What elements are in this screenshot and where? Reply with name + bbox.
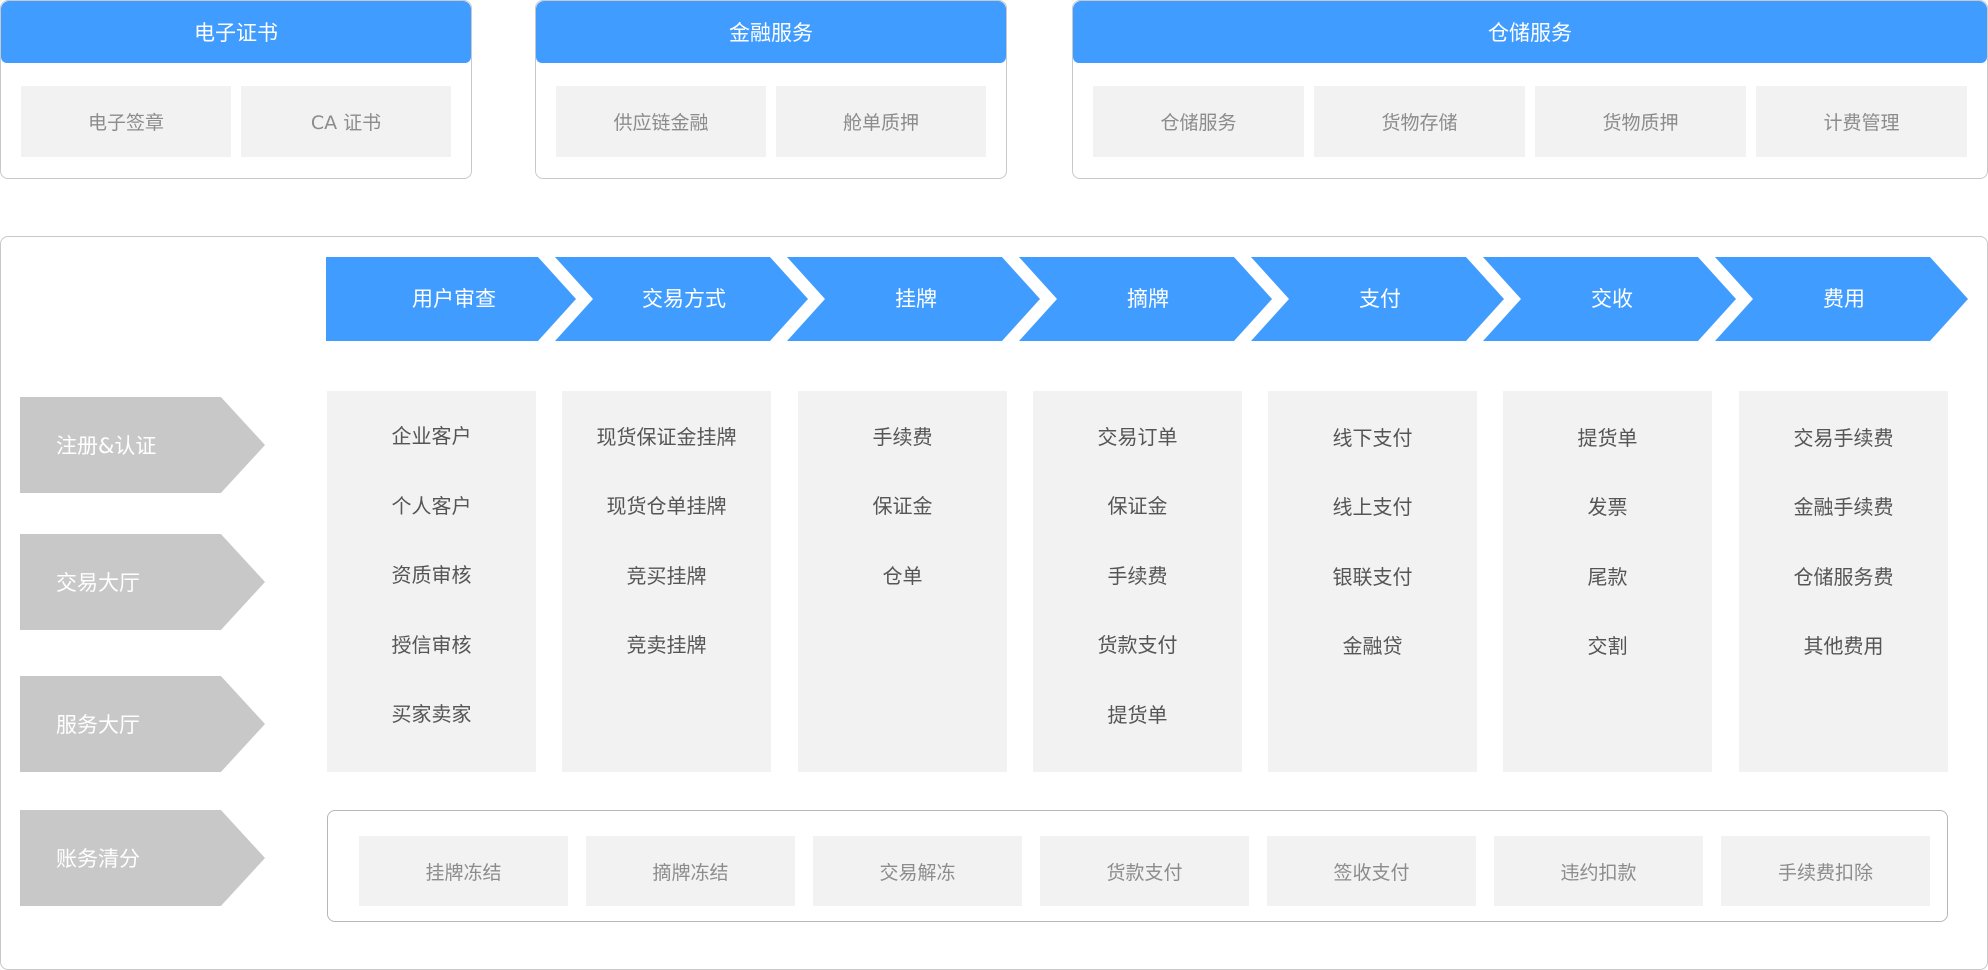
column-item[interactable]: 其他费用 — [1739, 631, 1948, 661]
column-item[interactable]: 个人客户 — [327, 491, 536, 521]
settlement-item[interactable]: 违约扣款 — [1494, 836, 1703, 906]
column-item[interactable]: 交易手续费 — [1739, 423, 1948, 453]
service-item[interactable]: 货物质押 — [1535, 86, 1746, 157]
service-title: 电子证书 — [1, 1, 471, 63]
column-user-review: 企业客户 个人客户 资质审核 授信审核 买家卖家 — [327, 391, 536, 772]
column-item[interactable]: 银联支付 — [1268, 562, 1477, 592]
column-item[interactable]: 授信审核 — [327, 630, 536, 660]
column-fees: 交易手续费 金融手续费 仓储服务费 其他费用 — [1739, 391, 1948, 772]
flow-step-label: 支付 — [1359, 287, 1401, 311]
column-item[interactable]: 金融手续费 — [1739, 492, 1948, 522]
column-item[interactable]: 企业客户 — [327, 421, 536, 451]
service-item[interactable]: 货物存储 — [1314, 86, 1525, 157]
settlement-panel: 挂牌冻结 摘牌冻结 交易解冻 货款支付 签收支付 违约扣款 手续费扣除 — [327, 810, 1948, 922]
column-item[interactable]: 现货仓单挂牌 — [562, 491, 771, 521]
column-item[interactable]: 提货单 — [1503, 423, 1712, 453]
side-label-trading-hall[interactable]: 交易大厅 — [20, 534, 265, 630]
column-listing: 手续费 保证金 仓单 — [798, 391, 1007, 772]
column-payment: 线下支付 线上支付 银联支付 金融贷 — [1268, 391, 1477, 772]
column-item[interactable]: 仓储服务费 — [1739, 562, 1948, 592]
column-item[interactable]: 手续费 — [1033, 561, 1242, 591]
column-item[interactable]: 保证金 — [1033, 491, 1242, 521]
settlement-item[interactable]: 手续费扣除 — [1721, 836, 1930, 906]
column-item[interactable]: 尾款 — [1503, 562, 1712, 592]
service-title: 金融服务 — [536, 1, 1006, 63]
flow-step-label: 交易方式 — [642, 287, 726, 311]
flow-step-label: 用户审查 — [412, 287, 496, 311]
column-delisting: 交易订单 保证金 手续费 货款支付 提货单 — [1033, 391, 1242, 772]
column-item[interactable]: 发票 — [1503, 492, 1712, 522]
flow-step-fees[interactable]: 费用 — [1715, 257, 1968, 341]
column-item[interactable]: 保证金 — [798, 491, 1007, 521]
column-item[interactable]: 现货保证金挂牌 — [562, 422, 771, 452]
flow-step-label: 费用 — [1823, 287, 1865, 311]
column-item[interactable]: 资质审核 — [327, 560, 536, 590]
process-flow: 用户审查 交易方式 挂牌 摘牌 支付 交收 费用 — [326, 257, 1968, 341]
service-card-finance: 金融服务 供应链金融 舱单质押 — [535, 0, 1007, 179]
service-item[interactable]: 计费管理 — [1756, 86, 1967, 157]
service-card-certificates: 电子证书 电子签章 CA 证书 — [0, 0, 472, 179]
column-item[interactable]: 竞买挂牌 — [562, 561, 771, 591]
service-item[interactable]: 仓储服务 — [1093, 86, 1304, 157]
column-item[interactable]: 金融贷 — [1268, 631, 1477, 661]
side-label-settlement[interactable]: 账务清分 — [20, 810, 265, 906]
service-item[interactable]: 供应链金融 — [556, 86, 766, 157]
service-card-warehouse: 仓储服务 仓储服务 货物存储 货物质押 计费管理 — [1072, 0, 1988, 179]
column-item[interactable]: 线下支付 — [1268, 423, 1477, 453]
column-item[interactable]: 货款支付 — [1033, 630, 1242, 660]
column-item[interactable]: 仓单 — [798, 561, 1007, 591]
flow-step-delisting[interactable]: 摘牌 — [1019, 257, 1272, 341]
column-item[interactable]: 线上支付 — [1268, 492, 1477, 522]
settlement-item[interactable]: 挂牌冻结 — [359, 836, 568, 906]
column-item[interactable]: 交割 — [1503, 631, 1712, 661]
column-item[interactable]: 手续费 — [798, 422, 1007, 452]
flow-step-listing[interactable]: 挂牌 — [787, 257, 1040, 341]
column-item[interactable]: 买家卖家 — [327, 699, 536, 729]
flow-step-delivery[interactable]: 交收 — [1483, 257, 1736, 341]
column-item[interactable]: 竞卖挂牌 — [562, 630, 771, 660]
flow-step-trade-method[interactable]: 交易方式 — [555, 257, 808, 341]
service-item[interactable]: CA 证书 — [241, 86, 451, 157]
settlement-item[interactable]: 摘牌冻结 — [586, 836, 795, 906]
settlement-item[interactable]: 签收支付 — [1267, 836, 1476, 906]
side-label-service-hall[interactable]: 服务大厅 — [20, 676, 265, 772]
flow-step-user-review[interactable]: 用户审查 — [326, 257, 576, 341]
side-label-registration[interactable]: 注册&认证 — [20, 397, 265, 493]
column-trade-method: 现货保证金挂牌 现货仓单挂牌 竞买挂牌 竞卖挂牌 — [562, 391, 771, 772]
flow-step-label: 挂牌 — [895, 287, 937, 311]
service-item[interactable]: 电子签章 — [21, 86, 231, 157]
column-item[interactable]: 提货单 — [1033, 700, 1242, 730]
column-item[interactable]: 交易订单 — [1033, 422, 1242, 452]
flow-step-label: 摘牌 — [1127, 287, 1169, 311]
service-item[interactable]: 舱单质押 — [776, 86, 986, 157]
settlement-item[interactable]: 交易解冻 — [813, 836, 1022, 906]
column-delivery: 提货单 发票 尾款 交割 — [1503, 391, 1712, 772]
service-title: 仓储服务 — [1073, 1, 1987, 63]
flow-step-payment[interactable]: 支付 — [1251, 257, 1504, 341]
flow-step-label: 交收 — [1591, 287, 1633, 311]
settlement-item[interactable]: 货款支付 — [1040, 836, 1249, 906]
